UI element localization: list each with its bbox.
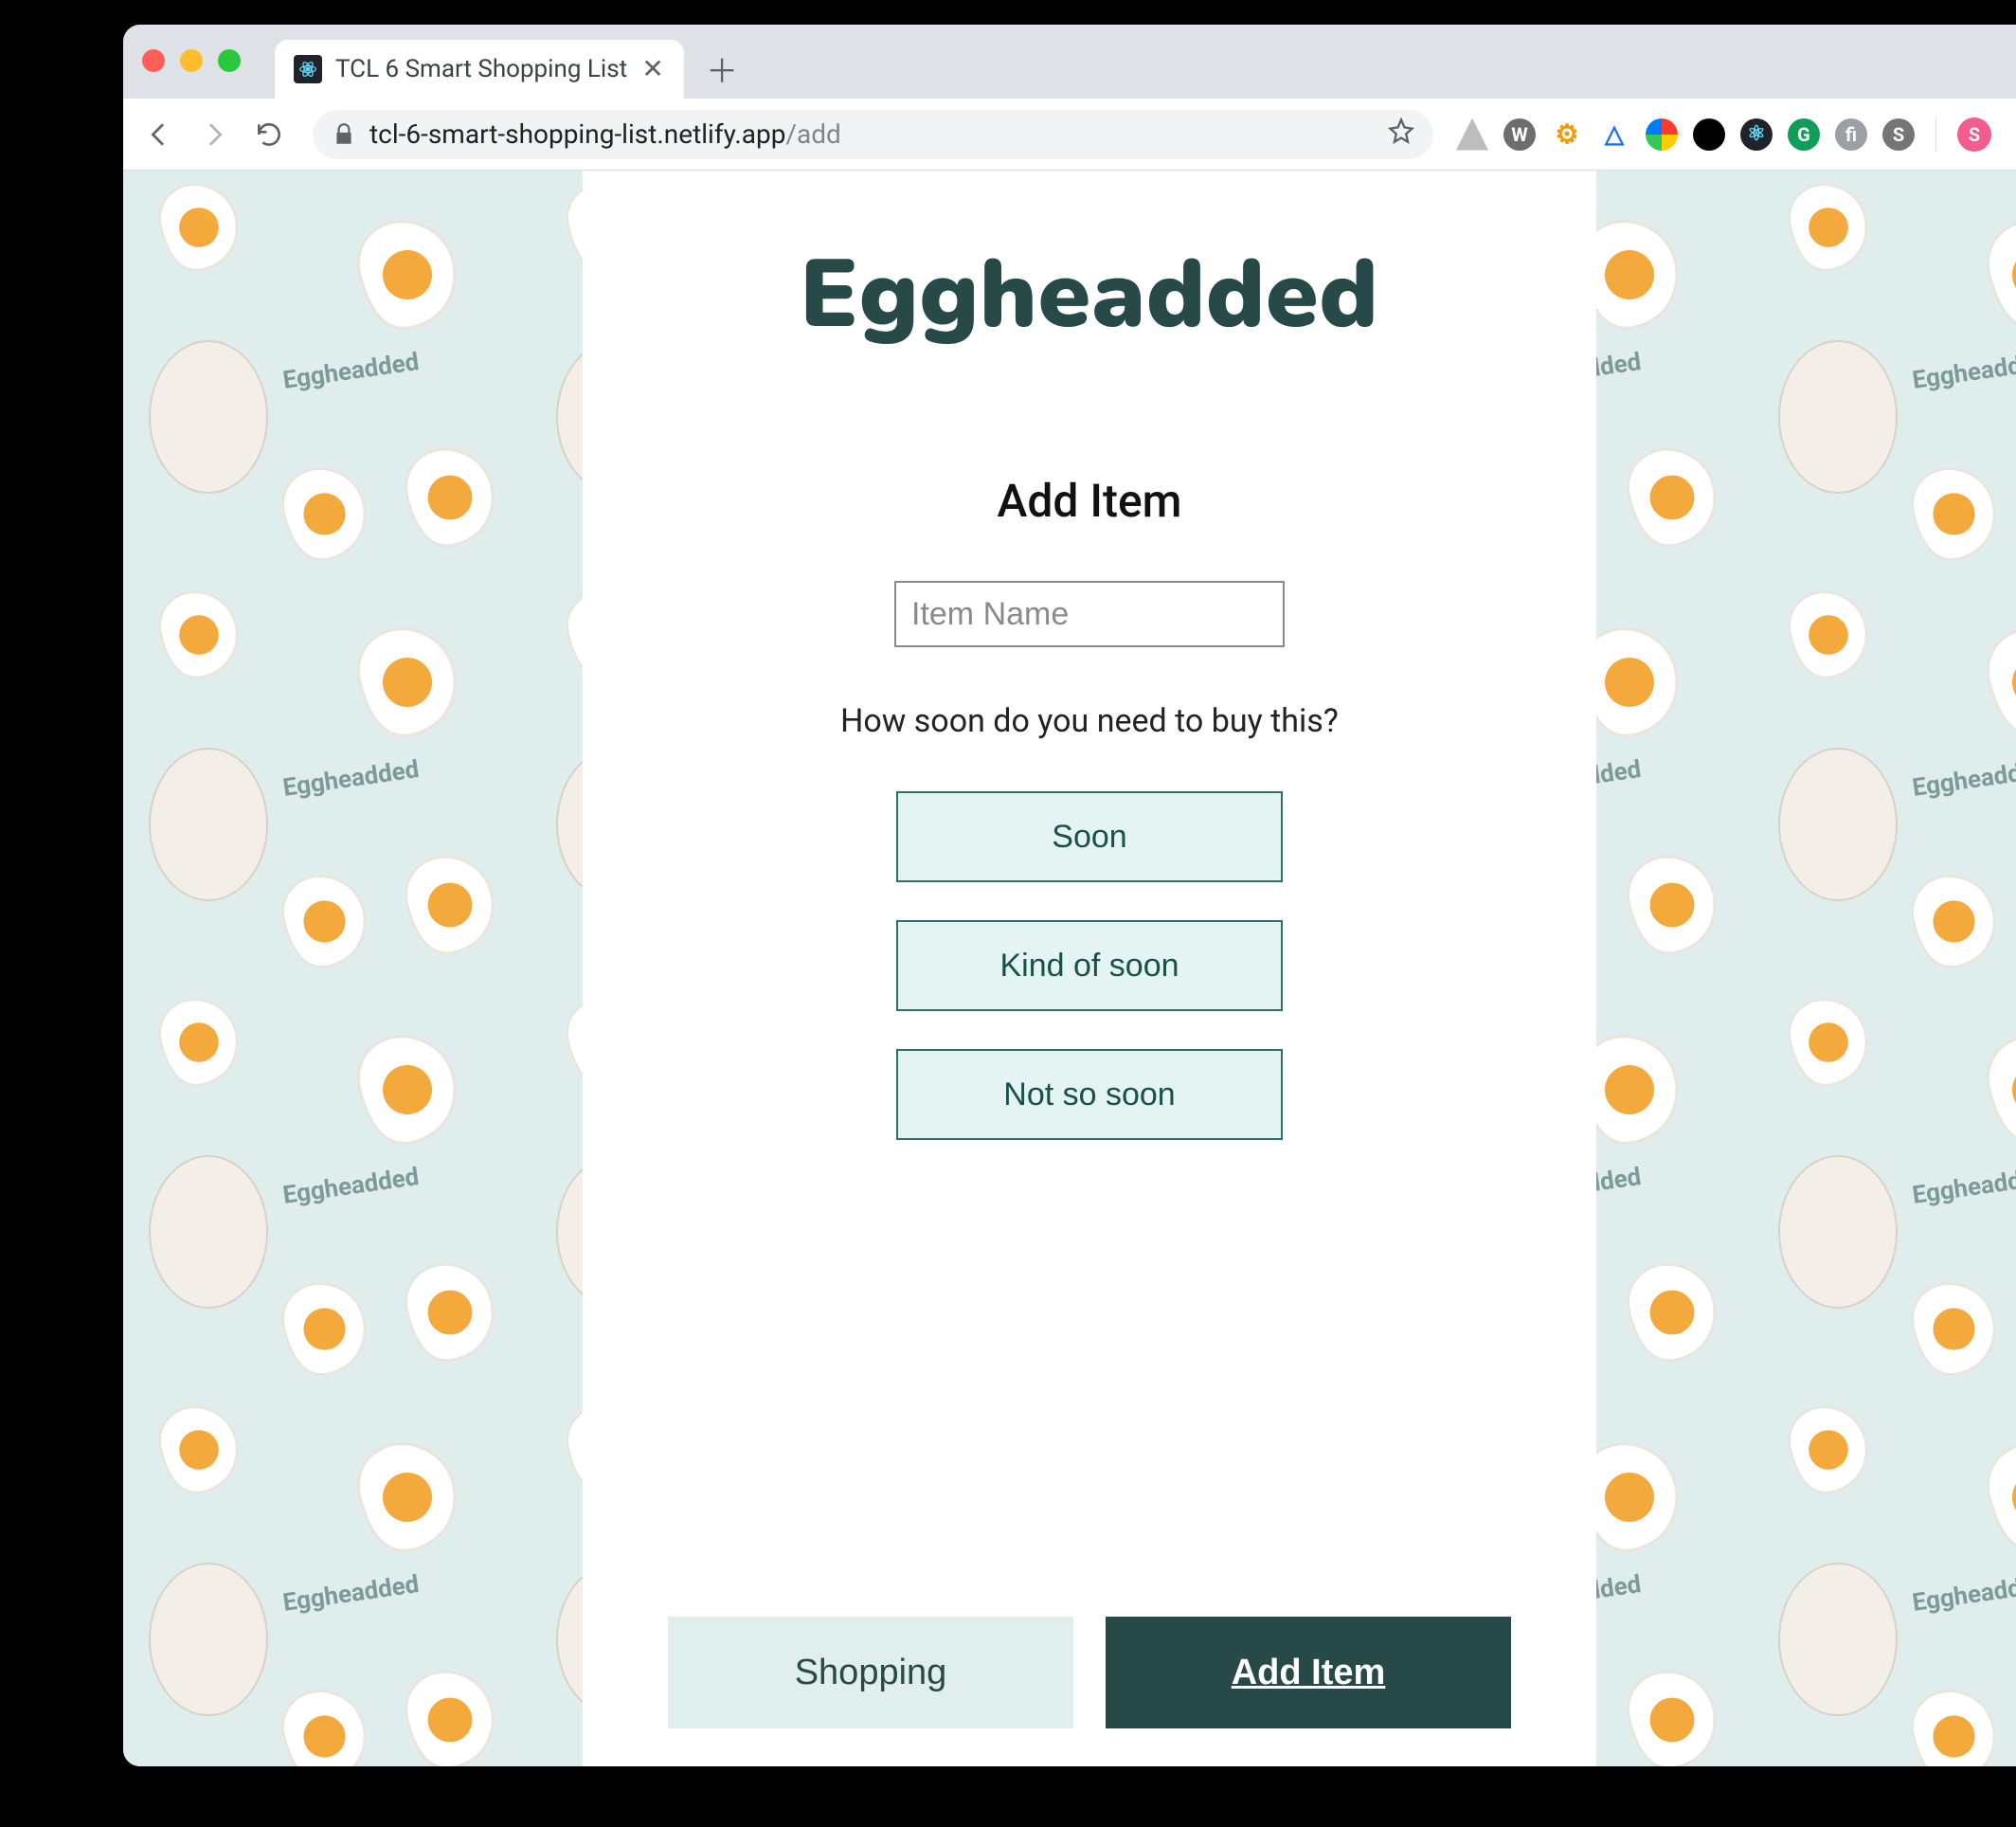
profile-avatar[interactable]: S	[1957, 118, 1991, 152]
brand-title: Eggheadded	[801, 231, 1379, 360]
extension-gear-icon[interactable]: ⚙	[1551, 118, 1583, 151]
nav-shopping-button[interactable]: Shopping	[668, 1617, 1073, 1728]
browser-toolbar: tcl-6-smart-shopping-list.netlify.app/ad…	[123, 99, 2016, 171]
item-name-input[interactable]	[894, 581, 1285, 647]
app-card: Eggheadded Add Item How soon do you need…	[583, 171, 1596, 1766]
tab-strip: TCL 6 Smart Shopping List ✕ ＋	[123, 25, 2016, 99]
window-maximize-button[interactable]	[218, 49, 241, 72]
bookmark-star-icon[interactable]	[1388, 118, 1414, 151]
extension-react-devtools-icon[interactable]: ⚛	[1740, 118, 1773, 151]
extension-grey1-icon[interactable]: fi	[1835, 118, 1867, 151]
section-title: Add Item	[998, 474, 1182, 528]
tab-close-icon[interactable]: ✕	[640, 57, 665, 81]
lock-icon	[332, 122, 356, 147]
extension-grey2-icon[interactable]: S	[1882, 118, 1915, 151]
react-favicon-icon	[294, 55, 322, 83]
forward-button[interactable]	[193, 114, 235, 155]
new-tab-button[interactable]: ＋	[695, 42, 748, 95]
address-bar[interactable]: tcl-6-smart-shopping-list.netlify.app/ad…	[313, 110, 1433, 159]
extension-drive-icon[interactable]	[1456, 118, 1488, 151]
nav-add-item-button[interactable]: Add Item	[1106, 1617, 1511, 1728]
frequency-option-soon[interactable]: Soon	[896, 791, 1283, 882]
url-text: tcl-6-smart-shopping-list.netlify.app/ad…	[369, 118, 841, 150]
window-controls	[142, 49, 241, 72]
frequency-options: Soon Kind of soon Not so soon	[896, 791, 1283, 1140]
page-viewport: Eggheadded Eggheadded Add Item How soon …	[123, 171, 2016, 1766]
frequency-option-kind-of-soon[interactable]: Kind of soon	[896, 920, 1283, 1011]
reload-button[interactable]	[248, 114, 290, 155]
tab-title: TCL 6 Smart Shopping List	[335, 55, 627, 83]
toolbar-separator	[1935, 118, 1936, 151]
extension-icons: W ⚙ △ ⚛ G fi S S ⋮	[1456, 118, 2016, 152]
browser-tab[interactable]: TCL 6 Smart Shopping List ✕	[275, 40, 684, 99]
frequency-prompt: How soon do you need to buy this?	[840, 702, 1339, 740]
back-button[interactable]	[138, 114, 180, 155]
extension-color-icon[interactable]	[1646, 118, 1678, 151]
extension-triangle-icon[interactable]: △	[1598, 118, 1630, 151]
browser-window: TCL 6 Smart Shopping List ✕ ＋ tcl-6-sm	[123, 25, 2016, 1766]
extension-black-circle-icon[interactable]	[1693, 118, 1725, 151]
window-minimize-button[interactable]	[180, 49, 203, 72]
window-close-button[interactable]	[142, 49, 165, 72]
extension-w-icon[interactable]: W	[1503, 118, 1536, 151]
browser-menu-icon[interactable]: ⋮	[2007, 120, 2016, 149]
frequency-option-not-so-soon[interactable]: Not so soon	[896, 1049, 1283, 1140]
bottom-nav: Shopping Add Item	[583, 1617, 1596, 1728]
url-host: tcl-6-smart-shopping-list.netlify.app	[369, 118, 785, 150]
url-path: /add	[785, 118, 840, 150]
extension-grammarly-icon[interactable]: G	[1788, 118, 1820, 151]
